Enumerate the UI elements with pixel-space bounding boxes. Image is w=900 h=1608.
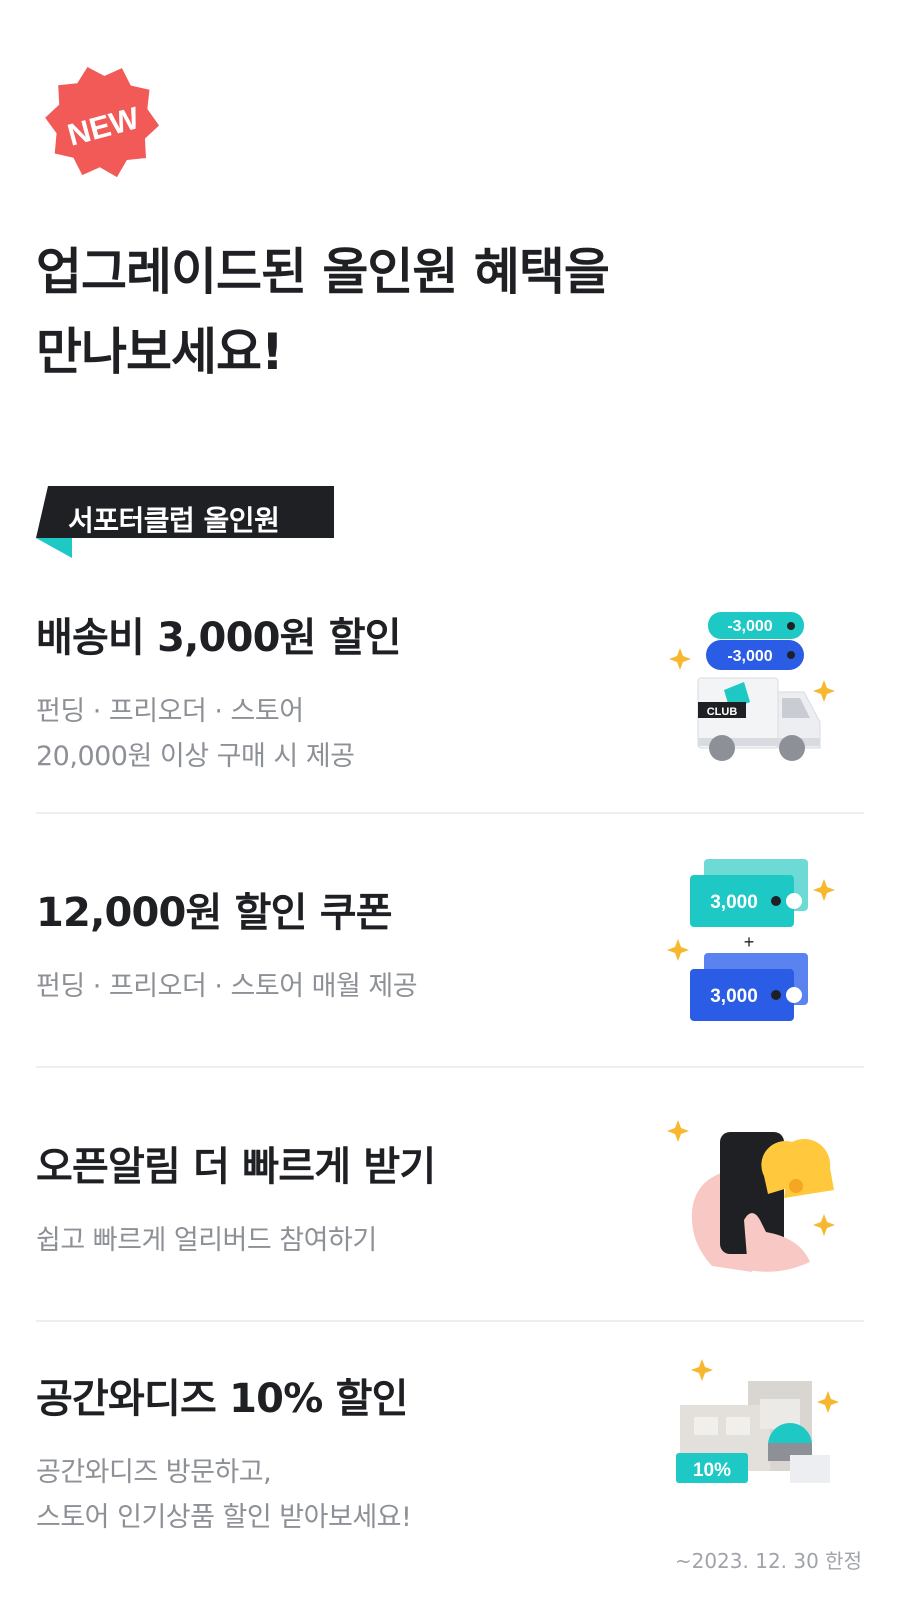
- coupon-bottom-label: 3,000: [710, 986, 758, 1007]
- coupon-bottom-label: -3,000: [727, 648, 772, 665]
- coupon-top-label: -3,000: [727, 618, 772, 635]
- new-badge-icon: NEW: [45, 67, 160, 178]
- promo-period-note: ~2023. 12. 30 한정: [674, 1549, 862, 1573]
- new-badge: NEW: [40, 62, 166, 188]
- benefit-desc-line2: 스토어 인기상품 할인 받아보세요!: [36, 1502, 412, 1533]
- coupon-ticket-icon: 3,000 + 3,000: [664, 855, 844, 1034]
- page-title-line1: 업그레이드된 올인원 혜택을: [36, 243, 610, 301]
- coupon-top-label: 3,000: [710, 892, 758, 913]
- phone-bell-icon: [664, 1112, 844, 1286]
- page-title-line2: 만나보세요!: [36, 323, 284, 381]
- discount-label: 10%: [693, 1460, 731, 1481]
- truck-club-label: CLUB: [707, 706, 738, 718]
- page-title: 업그레이드된 올인원 혜택을 만나보세요!: [36, 232, 610, 392]
- coupon-plus: +: [744, 932, 755, 952]
- divider: [36, 1066, 864, 1068]
- divider: [36, 1320, 864, 1322]
- section-tag-label: 서포터클럽 올인원: [68, 504, 280, 537]
- store-space-icon: 10%: [664, 1355, 844, 1499]
- delivery-truck-icon: -3,000 -3,000 CLUB: [664, 606, 844, 775]
- divider: [36, 812, 864, 814]
